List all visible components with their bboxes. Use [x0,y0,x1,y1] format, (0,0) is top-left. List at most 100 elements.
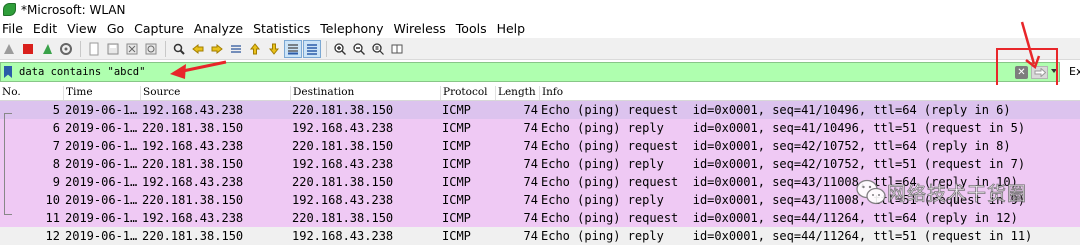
packet-destination: 192.168.43.238 [292,229,394,243]
packet-destination: 192.168.43.238 [292,157,394,171]
zoom-in-icon[interactable] [331,40,349,58]
open-file-icon[interactable] [85,40,103,58]
packet-time: 2019-06-1… [65,175,138,189]
packet-row-selected[interactable]: 12 2019-06-1… 220.181.38.150 192.168.43.… [0,227,1080,245]
find-packet-icon[interactable] [170,40,188,58]
packet-protocol: ICMP [442,103,471,117]
conversation-tree-line [4,113,5,214]
display-filter-bar: data contains "abcd" ✕ Ex [0,62,1080,82]
packet-destination: 220.181.38.150 [292,139,394,153]
close-file-icon[interactable] [123,40,141,58]
packet-protocol: ICMP [442,193,471,207]
packet-length: 74 [523,157,538,171]
menu-wireless[interactable]: Wireless [389,21,451,36]
packet-destination: 220.181.38.150 [292,103,394,117]
packet-no: 5 [52,103,60,117]
column-header-source[interactable]: Source [140,86,180,100]
packet-length: 74 [523,193,538,207]
packet-length: 74 [523,121,538,135]
column-header-protocol[interactable]: Protocol [440,86,488,100]
packet-length: 74 [523,139,538,153]
auto-scroll-icon[interactable] [284,39,302,58]
packet-length: 74 [523,229,538,243]
restart-shark-icon[interactable] [38,40,56,58]
menu-analyze[interactable]: Analyze [190,21,249,36]
column-header-destination[interactable]: Destination [290,86,354,100]
resize-columns-icon[interactable] [388,40,406,58]
go-back-icon[interactable] [189,40,207,58]
packet-length: 74 [523,175,538,189]
packet-row[interactable]: 6 2019-06-1… 220.181.38.150 192.168.43.2… [0,119,1080,137]
menu-edit[interactable]: Edit [29,21,63,36]
packet-row[interactable]: 7 2019-06-1… 192.168.43.238 220.181.38.1… [0,137,1080,155]
expression-button[interactable]: Ex [1069,65,1080,78]
packet-info: Echo (ping) request id=0x0001, seq=41/10… [541,103,1011,117]
packet-protocol: ICMP [442,175,471,189]
packet-source: 192.168.43.238 [142,139,244,153]
wechat-logo-icon [856,179,886,205]
save-file-icon[interactable] [104,40,122,58]
packet-time: 2019-06-1… [65,139,138,153]
column-header-no[interactable]: No. [0,86,21,100]
last-packet-icon[interactable] [265,40,283,58]
packet-row[interactable]: 8 2019-06-1… 220.181.38.150 192.168.43.2… [0,155,1080,173]
packet-no: 10 [45,193,60,207]
menu-file[interactable]: File [0,21,29,36]
main-toolbar [0,38,1080,60]
display-filter-input[interactable]: data contains "abcd" ✕ [0,62,1060,82]
menu-view[interactable]: View [63,21,103,36]
toolbar-separator [80,40,81,57]
filter-text[interactable]: data contains "abcd" [19,66,145,78]
packet-source: 220.181.38.150 [142,121,244,135]
packet-info: Echo (ping) reply id=0x0001, seq=44/1126… [541,229,1033,243]
packet-list-header: No. Time Source Destination Protocol Len… [0,85,1080,101]
packet-length: 74 [523,103,538,117]
colorize-icon[interactable] [303,39,321,58]
toolbar-separator [326,40,327,57]
packet-no: 12 [45,229,60,243]
reload-icon[interactable] [142,40,160,58]
packet-no: 6 [52,121,60,135]
options-gear-icon[interactable] [57,40,75,58]
packet-row[interactable]: 5 2019-06-1… 192.168.43.238 220.181.38.1… [0,101,1080,119]
column-header-length[interactable]: Length [495,86,536,100]
packet-source: 220.181.38.150 [142,229,244,243]
menu-capture[interactable]: Capture [130,21,190,36]
packet-protocol: ICMP [442,157,471,171]
menu-go[interactable]: Go [103,21,130,36]
first-packet-icon[interactable] [246,40,264,58]
packet-info: Echo (ping) request id=0x0001, seq=42/10… [541,139,1011,153]
packet-info: Echo (ping) request id=0x0001, seq=44/11… [541,211,1018,225]
column-header-time[interactable]: Time [63,86,93,100]
packet-time: 2019-06-1… [65,229,138,243]
normal-size-icon[interactable] [369,40,387,58]
toolbar-separator [165,40,166,57]
go-forward-icon[interactable] [208,40,226,58]
menu-help[interactable]: Help [493,21,532,36]
filter-bookmark-icon[interactable] [4,66,12,78]
packet-source: 220.181.38.150 [142,193,244,207]
menu-statistics[interactable]: Statistics [249,21,316,36]
packet-destination: 220.181.38.150 [292,211,394,225]
watermark-text: 网络技术干货圈 [887,182,1028,205]
zoom-out-icon[interactable] [350,40,368,58]
stop-square-icon[interactable] [19,40,37,58]
column-header-info[interactable]: Info [539,86,563,100]
packet-source: 192.168.43.238 [142,103,244,117]
go-to-packet-icon[interactable] [227,40,245,58]
packet-source: 192.168.43.238 [142,211,244,225]
packet-time: 2019-06-1… [65,157,138,171]
packet-no: 7 [52,139,60,153]
menu-bar: File Edit View Go Capture Analyze Statis… [0,19,1080,38]
shark-fin-start-icon[interactable] [0,40,18,58]
packet-list: 5 2019-06-1… 192.168.43.238 220.181.38.1… [0,101,1080,245]
packet-time: 2019-06-1… [65,121,138,135]
menu-tools[interactable]: Tools [452,21,493,36]
menu-telephony[interactable]: Telephony [316,21,389,36]
title-bar: *Microsoft: WLAN [0,0,1080,19]
packet-destination: 192.168.43.238 [292,193,394,207]
packet-row[interactable]: 11 2019-06-1… 192.168.43.238 220.181.38.… [0,209,1080,227]
watermark: 网络技术干货圈 [855,178,1027,206]
window-title: *Microsoft: WLAN [21,2,126,17]
packet-protocol: ICMP [442,229,471,243]
